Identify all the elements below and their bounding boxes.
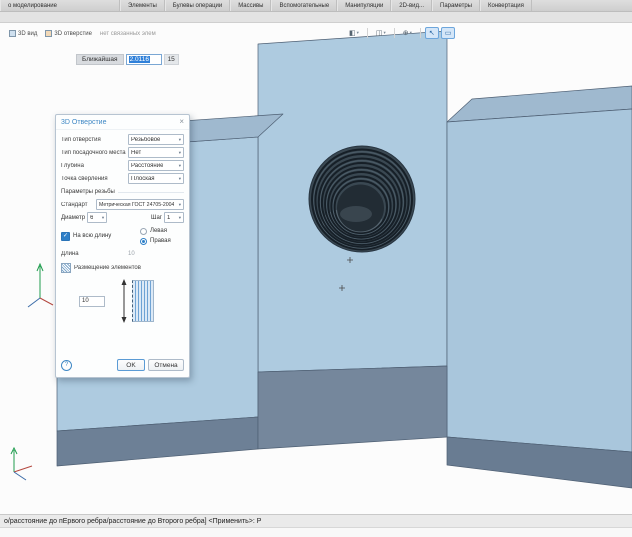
chevron-down-icon [179, 163, 181, 169]
help-icon[interactable]: ? [61, 360, 72, 371]
close-icon[interactable]: × [179, 118, 184, 126]
chevron-down-icon [410, 30, 412, 36]
ok-button[interactable]: OK [117, 359, 145, 371]
chevron-down-icon [357, 30, 359, 36]
scene-tab-3d-view[interactable]: 3D вид [5, 29, 41, 38]
scene-tab-3d-hole[interactable]: 3D отверстие [41, 29, 96, 38]
toolbar-separator [420, 28, 421, 38]
dimension-arrow-icon [119, 278, 129, 324]
command-input-line[interactable] [0, 527, 632, 537]
cad-application-window: о моделирование Элементы Булевы операции… [0, 0, 632, 537]
distance-value: 2.0116 [129, 56, 150, 63]
placement-preview-row: 10 [61, 278, 184, 324]
chevron-down-icon [179, 215, 181, 221]
pitch-label: Шаг [151, 215, 162, 221]
radio-off-icon [140, 228, 147, 235]
menubar-filler [532, 0, 632, 11]
view-control-group: ◧ ◫ ⊕ ↖ ▭ [345, 27, 455, 39]
secondary-toolbar [0, 12, 632, 23]
nav-triad-icon[interactable] [11, 448, 32, 480]
length-value: 10 [128, 251, 184, 257]
viewport-toolbar: 3D вид 3D отверстие нет связанных элем ◧… [5, 26, 627, 41]
toolbar-separator [394, 28, 395, 38]
part-face-right-front[interactable] [447, 109, 632, 452]
angle-value: 15 [164, 54, 179, 65]
standard-select[interactable]: Метрическая ГОСТ 24705-2004 [96, 199, 184, 210]
hole-feature-icon [45, 30, 52, 37]
tab-elements[interactable]: Элементы [120, 0, 165, 11]
window-select-toggle[interactable]: ▭ [441, 27, 456, 39]
tab-manipulations[interactable]: Манипуляции [337, 0, 391, 11]
chevron-down-icon [179, 137, 181, 143]
diameter-select[interactable]: 6 [87, 212, 107, 223]
depth-label: Глубина [61, 163, 128, 169]
hole-section-preview [132, 280, 154, 322]
view-cube-button[interactable]: ◧ [345, 27, 363, 39]
thread-section-title: Параметры резьбы [61, 189, 115, 195]
lcs-marker-icon [28, 264, 53, 307]
hole-type-label: Тип отверстия [61, 137, 128, 143]
part-face-center-bottom[interactable] [258, 366, 447, 449]
standard-label: Стандарт [61, 202, 96, 208]
command-prompt: о/расстояние до пЕрвого ребра/расстояние… [0, 515, 632, 527]
checkbox-checked-icon [61, 232, 70, 241]
placement-label: Размещение элементов [74, 265, 184, 271]
chevron-down-icon [102, 215, 104, 221]
hatch-icon [61, 263, 71, 273]
display-mode-button[interactable]: ◫ [372, 27, 390, 39]
cursor-select-icon: ↖ [429, 29, 435, 37]
menubar: о моделирование Элементы Булевы операции… [0, 0, 632, 12]
drill-point-label: Точка сверления [61, 176, 128, 182]
tab-modeling[interactable]: о моделирование [0, 0, 120, 11]
cube-icon: ◧ [349, 29, 356, 37]
status-bar: о/расстояние до пЕрвого ребра/расстояние… [0, 514, 632, 537]
linked-elements-hint: нет связанных элем [100, 31, 156, 37]
left-hand-radio[interactable]: Левая [140, 228, 184, 235]
display-mode-icon: ◫ [376, 29, 383, 37]
pitch-select[interactable]: 1 [164, 212, 184, 223]
snap-parameter-bar: Ближайшая 2.0116 15 [76, 54, 179, 65]
tab-arrays[interactable]: Массивы [230, 0, 271, 11]
thread-direction-group: Левая Правая [140, 228, 184, 245]
zoom-button[interactable]: ⊕ [399, 27, 416, 39]
seat-type-select[interactable]: Нет [128, 147, 184, 158]
tab-2d-view[interactable]: 2D-вид... [391, 0, 432, 11]
chevron-down-icon [179, 202, 181, 208]
chevron-down-icon [384, 30, 386, 36]
cancel-button[interactable]: Отмена [148, 359, 184, 371]
tab-conversion[interactable]: Конвертация [480, 0, 532, 11]
view-icon [9, 30, 16, 37]
distance-input[interactable]: 2.0116 [126, 54, 162, 65]
full-length-checkbox[interactable]: На всю длину [61, 232, 140, 241]
placement-value-input[interactable]: 10 [79, 296, 105, 307]
zoom-icon: ⊕ [403, 29, 409, 37]
threaded-hole[interactable] [309, 146, 415, 252]
drill-point-select[interactable]: Плоская [128, 173, 184, 184]
seat-type-label: Тип посадочного места [61, 150, 128, 156]
right-hand-radio[interactable]: Правая [140, 238, 184, 245]
radio-on-icon [140, 238, 147, 245]
chevron-down-icon [179, 176, 181, 182]
dialog-title-bar[interactable]: 3D Отверстие × [56, 115, 189, 130]
window-select-icon: ▭ [445, 29, 452, 37]
3d-hole-dialog: 3D Отверстие × Тип отверстия Резьбовое Т… [55, 114, 190, 378]
tab-parameters[interactable]: Параметры [432, 0, 480, 11]
dialog-body: Тип отверстия Резьбовое Тип посадочного … [56, 130, 189, 377]
length-label: Длина [61, 251, 128, 257]
tab-boolean-operations[interactable]: Булевы операции [165, 0, 230, 11]
hole-type-select[interactable]: Резьбовое [128, 134, 184, 145]
tab-auxiliary[interactable]: Вспомогательные [271, 0, 337, 11]
toolbar-separator [367, 28, 368, 38]
depth-select[interactable]: Расстояние [128, 160, 184, 171]
chevron-down-icon [179, 150, 181, 156]
snap-mode-label: Ближайшая [76, 54, 124, 65]
diameter-label: Диаметр [61, 215, 85, 221]
cursor-select-toggle[interactable]: ↖ [425, 27, 439, 39]
dialog-title: 3D Отверстие [61, 119, 106, 126]
